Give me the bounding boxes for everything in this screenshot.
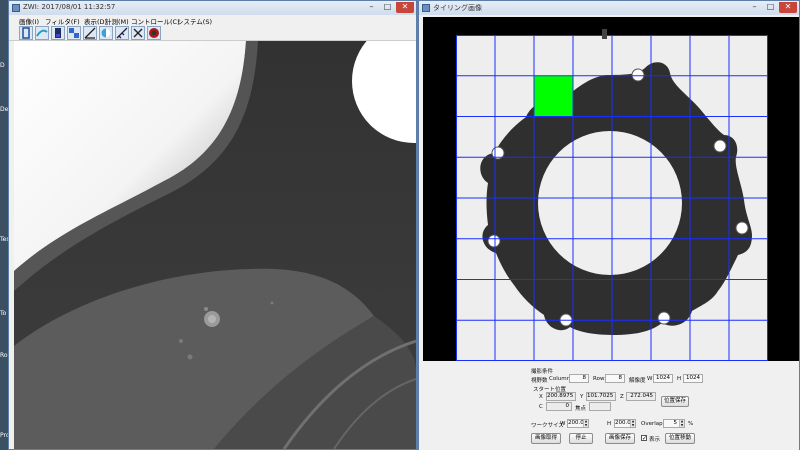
stepper-icon[interactable]: ▲ ▼ [630, 419, 635, 427]
window-title: タイリング画像 [433, 4, 482, 12]
x-field: 200.8975 [546, 392, 576, 401]
selected-tile[interactable] [534, 75, 573, 117]
resolution-label: 解像度 [629, 378, 646, 384]
tiling-image[interactable] [456, 35, 768, 361]
focus-label: 焦点 [575, 406, 587, 412]
overlap-unit: % [688, 421, 694, 427]
row-field[interactable]: 8 [605, 374, 625, 383]
save-image-button[interactable]: 画像保存 [605, 433, 635, 444]
desktop-label: To [0, 310, 7, 317]
ruler-icon[interactable] [115, 26, 129, 40]
stop-button[interactable]: 停止 [569, 433, 593, 444]
move-position-button[interactable]: 位置移動 [665, 433, 695, 444]
tiling-image-window: タイリング画像 – □ ✕ 撮影条件 視野数 Column 8 Row 8 解像… [418, 0, 800, 450]
res-h-label: H [677, 376, 682, 382]
crosshair-icon[interactable] [131, 26, 145, 40]
y-field: 101.7025 [586, 392, 616, 401]
z-label: Z [620, 394, 624, 400]
title-bar[interactable]: ZWI: 2017/08/01 11:32:57 – □ ✕ [9, 1, 416, 15]
app-icon [12, 4, 20, 12]
show-label: 表示 [649, 437, 661, 443]
acquire-image-button[interactable]: 画像取得 [531, 433, 561, 444]
minimize-button[interactable]: – [748, 2, 761, 13]
toolbar [9, 25, 416, 41]
row-label: Row [593, 376, 605, 382]
work-w-field[interactable]: 200.0 ▲ ▼ [567, 419, 589, 428]
res-w-label: W [647, 376, 653, 382]
column-field[interactable]: 8 [569, 374, 589, 383]
res-w-field[interactable]: 1024 [653, 374, 673, 383]
sweep-icon[interactable] [35, 26, 49, 40]
maximize-button[interactable]: □ [381, 2, 394, 13]
window-title: ZWI: 2017/08/01 11:32:57 [23, 3, 116, 11]
desktop-strip: D Del Tes To Rol Pro [0, 0, 10, 450]
overlap-label: Overlap [641, 421, 663, 427]
frame-icon[interactable] [19, 26, 33, 40]
maximize-button[interactable]: □ [764, 2, 777, 13]
contrast-icon[interactable] [99, 26, 113, 40]
scale-icon[interactable] [83, 26, 97, 40]
x-label: X [539, 394, 543, 400]
close-button[interactable]: ✕ [779, 2, 797, 13]
minimize-button[interactable]: – [365, 2, 378, 13]
title-bar[interactable]: タイリング画像 – □ ✕ [419, 1, 799, 15]
y-label: Y [580, 394, 584, 400]
work-w-label: W [560, 421, 566, 427]
show-checkbox[interactable]: ✓ [641, 435, 647, 442]
app-icon [422, 4, 430, 12]
overlap-field[interactable]: 5 ▲ ▼ [663, 419, 685, 428]
tiling-canvas [423, 17, 799, 361]
halftone-icon[interactable] [67, 26, 81, 40]
c-label: C [539, 404, 543, 410]
res-h-field[interactable]: 1024 [683, 374, 703, 383]
fov-label: 視野数 [531, 378, 548, 384]
column-label: Column [549, 376, 571, 382]
microscope-image[interactable] [14, 41, 416, 449]
image-marker [602, 29, 607, 39]
z-field: 272.045 [626, 392, 656, 401]
work-h-field[interactable]: 200.0 ▲ ▼ [614, 419, 636, 428]
desktop-label: D [0, 62, 5, 69]
stop-record-icon[interactable] [147, 26, 161, 40]
work-size-label: ワークサイズ [531, 423, 564, 429]
battery-icon[interactable] [51, 26, 65, 40]
section-title: 撮影条件 [531, 369, 554, 375]
stepper-icon[interactable]: ▲ ▼ [679, 419, 684, 427]
menu-bar: 画像(I) フィルタ(F) 表示(D) 計測(M) コントロール(C) システム… [9, 15, 416, 26]
c-field: 0 [546, 402, 572, 411]
save-position-button[interactable]: 位置保存 [661, 396, 689, 407]
image-viewer-window: ZWI: 2017/08/01 11:32:57 – □ ✕ 画像(I) フィル… [8, 0, 417, 450]
tiling-settings-panel: 撮影条件 視野数 Column 8 Row 8 解像度 W 1024 H 102… [419, 363, 799, 450]
work-h-label: H [607, 421, 612, 427]
focus-field [589, 402, 611, 411]
close-button[interactable]: ✕ [396, 2, 414, 13]
stepper-icon[interactable]: ▲ ▼ [583, 419, 588, 427]
